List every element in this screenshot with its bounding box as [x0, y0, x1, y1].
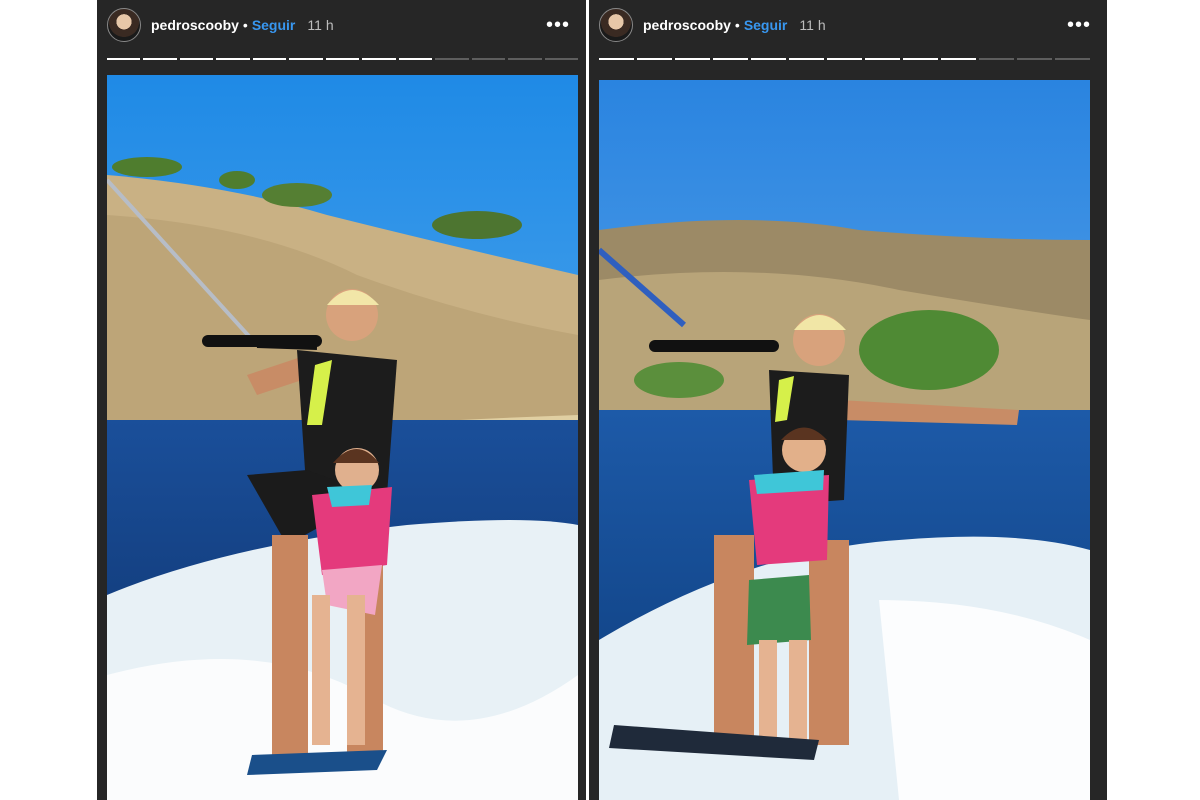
story-panel-right: pedroscooby • Seguir 11 h •••: [589, 0, 1107, 800]
story-progress-bar: [107, 58, 579, 60]
progress-segment: [216, 58, 250, 60]
progress-segment: [508, 58, 542, 60]
timestamp: 11 h: [307, 17, 334, 33]
progress-segment: [252, 58, 287, 60]
progress-segment: [1055, 58, 1090, 60]
progress-segment: [865, 58, 900, 60]
story-photo: [599, 80, 1090, 800]
username[interactable]: pedroscooby: [151, 17, 239, 33]
story-header: pedroscooby • Seguir 11 h •••: [589, 0, 1107, 50]
progress-segment: [979, 58, 1014, 60]
progress-segment: [1017, 58, 1052, 60]
story-header: pedroscooby • Seguir 11 h •••: [97, 0, 586, 50]
progress-segment: [435, 58, 469, 60]
story-panel-left: pedroscooby • Seguir 11 h •••: [97, 0, 586, 800]
timestamp: 11 h: [799, 17, 826, 33]
progress-segment: [471, 58, 506, 60]
progress-segment: [713, 58, 748, 60]
separator-dot: •: [242, 17, 248, 33]
more-dots-icon[interactable]: •••: [1067, 14, 1091, 37]
progress-segment: [789, 58, 824, 60]
progress-segment: [675, 58, 710, 60]
username[interactable]: pedroscooby: [643, 17, 731, 33]
progress-segment: [637, 58, 672, 60]
story-photo: [107, 75, 578, 800]
follow-button[interactable]: Seguir: [744, 17, 788, 33]
progress-segment: [544, 58, 579, 60]
progress-segment: [179, 58, 214, 60]
progress-segment: [362, 58, 396, 60]
progress-segment: [398, 58, 433, 60]
progress-segment: [827, 58, 862, 60]
progress-segment: [599, 58, 634, 60]
progress-segment: [325, 58, 360, 60]
avatar[interactable]: [599, 8, 633, 42]
progress-segment: [941, 58, 976, 60]
progress-segment: [289, 58, 323, 60]
separator-dot: •: [734, 17, 740, 33]
progress-segment: [143, 58, 177, 60]
more-dots-icon[interactable]: •••: [546, 14, 570, 37]
follow-button[interactable]: Seguir: [252, 17, 296, 33]
progress-segment: [903, 58, 938, 60]
story-progress-bar: [599, 58, 1090, 60]
progress-segment: [107, 58, 141, 60]
progress-segment: [751, 58, 786, 60]
avatar[interactable]: [107, 8, 141, 42]
